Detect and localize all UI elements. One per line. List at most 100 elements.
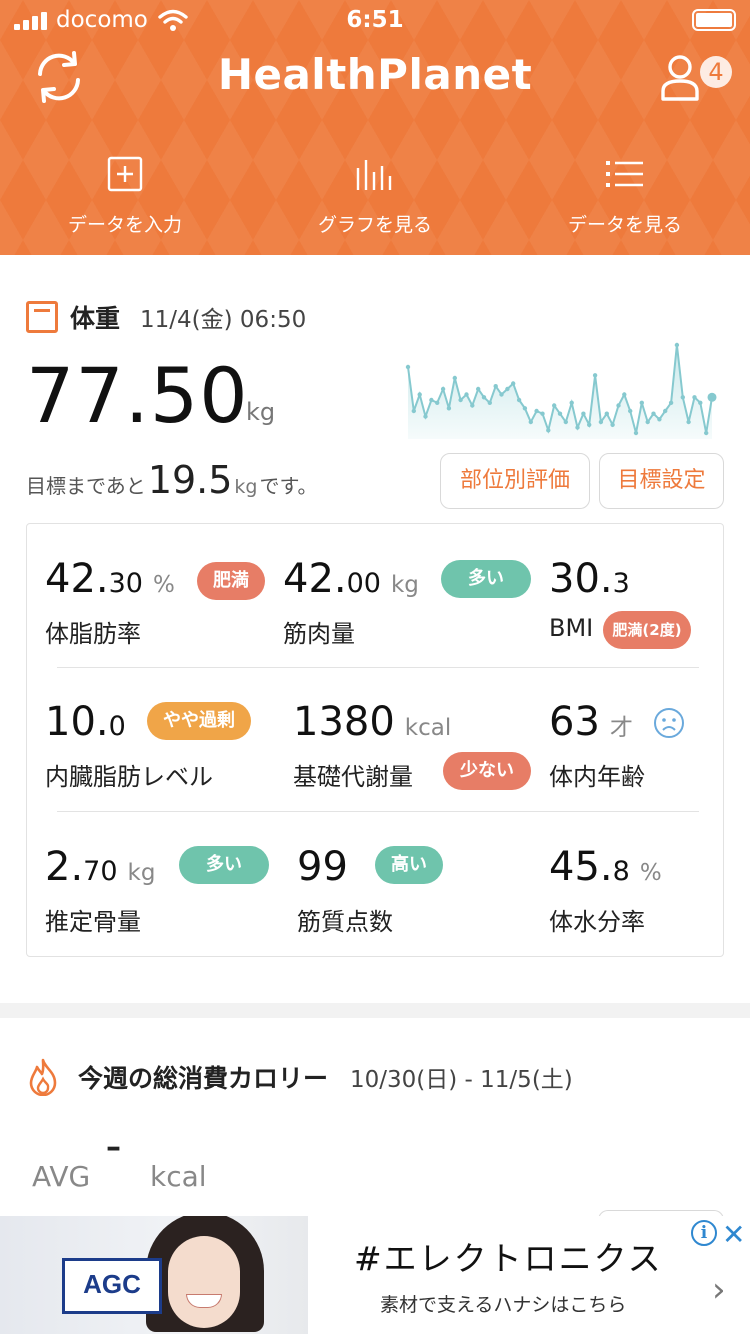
avg-value: – bbox=[106, 1130, 121, 1165]
list-icon bbox=[606, 161, 643, 187]
weight-card[interactable]: 体重 11/4(金) 06:50 77.50 kg 目標まであと 19.5 kg… bbox=[0, 255, 750, 1003]
metric-label: BMI bbox=[549, 614, 594, 642]
trend-point bbox=[435, 400, 440, 405]
trend-point bbox=[505, 386, 510, 392]
ad-banner[interactable]: AGC #エレクトロニクス 素材で支えるハナシはこちら i ✕ › bbox=[0, 1216, 750, 1334]
trend-area bbox=[408, 345, 712, 439]
metric-label: 筋肉量 bbox=[283, 620, 355, 648]
trend-point bbox=[464, 392, 469, 397]
trend-point bbox=[546, 428, 551, 433]
trend-point bbox=[639, 400, 644, 405]
metric-value: 99 bbox=[297, 844, 348, 890]
ad-subline: 素材で支えるハナシはこちら bbox=[380, 1294, 627, 1316]
chevron-right-icon[interactable]: › bbox=[712, 1270, 726, 1310]
trend-point bbox=[423, 414, 428, 419]
trend-point bbox=[604, 411, 609, 416]
trend-point bbox=[610, 422, 615, 427]
trend-point bbox=[616, 403, 621, 408]
trend-point bbox=[452, 375, 457, 381]
status-badge: 多い bbox=[441, 560, 531, 598]
nav-label: データを見る bbox=[567, 214, 682, 236]
ad-close-icon[interactable]: ✕ bbox=[722, 1218, 745, 1251]
metric-value: 10.0 bbox=[45, 699, 126, 745]
trend-point bbox=[429, 397, 434, 403]
app-header: docomo 6:51 HealthPlanet 4 データを入力 グラフを見る… bbox=[0, 0, 750, 255]
avg-label: AVG bbox=[32, 1160, 91, 1193]
body-part-evaluation-button[interactable]: 部位別評価 bbox=[440, 453, 590, 509]
status-badge: 肥満 bbox=[197, 562, 265, 600]
profile-button[interactable]: 4 bbox=[660, 52, 732, 104]
trend-point bbox=[552, 403, 557, 408]
status-badge: 高い bbox=[375, 846, 443, 884]
weight-trend-chart[interactable] bbox=[402, 339, 718, 439]
sad-face-icon bbox=[654, 708, 684, 738]
goal-setting-button[interactable]: 目標設定 bbox=[599, 453, 724, 509]
trend-point bbox=[680, 395, 685, 400]
ad-logo-sign: AGC bbox=[62, 1258, 162, 1314]
goal-remaining-value: 19.5 bbox=[147, 458, 233, 502]
trend-point bbox=[540, 411, 545, 416]
trend-point bbox=[622, 392, 627, 397]
weight-title: 体重 bbox=[70, 304, 121, 333]
status-time: 6:51 bbox=[346, 7, 404, 33]
trend-point bbox=[440, 386, 446, 392]
trend-point bbox=[405, 364, 411, 370]
trend-point bbox=[417, 392, 422, 397]
header-nav: データを入力 グラフを見る データを見る bbox=[0, 150, 750, 250]
row-divider bbox=[57, 667, 699, 668]
trend-point bbox=[528, 419, 533, 425]
ad-info-icon[interactable]: i bbox=[691, 1220, 717, 1246]
metric-value: 42.00 kg bbox=[283, 556, 419, 602]
body-metrics-grid: 42.30% 体脂肪率 肥満 42.00 kg 筋肉量 多い 30.3 BMI 肥… bbox=[26, 523, 724, 957]
calorie-header: 今週の総消費カロリー 10/30(日) - 11/5(土) bbox=[26, 1058, 573, 1096]
metric-label: 内臓脂肪レベル bbox=[45, 763, 213, 791]
metric-value: 2.70 kg bbox=[45, 844, 156, 890]
ad-person-face bbox=[168, 1236, 240, 1328]
trend-point bbox=[458, 397, 463, 403]
nav-input-data[interactable]: データを入力 bbox=[0, 150, 250, 237]
weight-value: 77.50 bbox=[26, 351, 249, 440]
plus-square-icon bbox=[107, 156, 143, 192]
metric-value: 63 才 bbox=[549, 699, 633, 745]
trend-point bbox=[581, 411, 586, 416]
weight-header: 体重 11/4(金) 06:50 bbox=[26, 299, 306, 335]
nav-view-graph[interactable]: グラフを見る bbox=[250, 150, 500, 237]
app-title: HealthPlanet bbox=[217, 50, 533, 99]
ad-logo-text: AGC bbox=[83, 1269, 141, 1299]
metric-value: 45.8% bbox=[549, 844, 662, 890]
trend-point bbox=[411, 408, 416, 414]
scale-icon bbox=[26, 301, 58, 333]
trend-point bbox=[633, 430, 639, 436]
trend-point bbox=[522, 406, 528, 411]
trend-point bbox=[470, 403, 475, 408]
trend-point bbox=[516, 397, 522, 403]
ad-headline: #エレクトロニクス bbox=[354, 1239, 663, 1278]
calorie-date-range: 10/30(日) - 11/5(土) bbox=[350, 1067, 573, 1093]
profile-count-badge: 4 bbox=[700, 56, 732, 88]
status-badge: 多い bbox=[179, 846, 269, 884]
metric-label: 体内年齢 bbox=[549, 763, 645, 791]
goal-suffix: です。 bbox=[259, 474, 318, 498]
trend-point bbox=[569, 400, 574, 405]
goal-unit: kg bbox=[234, 476, 258, 498]
trend-point bbox=[487, 400, 492, 405]
nav-view-data[interactable]: データを見る bbox=[500, 150, 750, 237]
status-bar: docomo 6:51 bbox=[0, 0, 750, 40]
trend-point bbox=[598, 419, 604, 425]
trend-point bbox=[557, 411, 563, 416]
trend-point bbox=[668, 400, 674, 405]
battery-icon bbox=[692, 9, 736, 31]
trend-point bbox=[628, 408, 633, 414]
trend-point bbox=[651, 411, 656, 416]
trend-point bbox=[657, 417, 662, 422]
goal-prefix: 目標まであと bbox=[26, 474, 146, 498]
weight-date: 11/4(金) 06:50 bbox=[140, 307, 307, 333]
trend-point bbox=[499, 392, 504, 397]
trend-point bbox=[698, 400, 703, 405]
trend-point bbox=[587, 422, 592, 427]
weight-unit: kg bbox=[246, 398, 276, 426]
flame-icon bbox=[29, 1058, 57, 1096]
trend-point bbox=[645, 419, 650, 425]
metric-label: 基礎代謝量 bbox=[293, 763, 413, 791]
metric-label: 推定骨量 bbox=[45, 908, 141, 936]
